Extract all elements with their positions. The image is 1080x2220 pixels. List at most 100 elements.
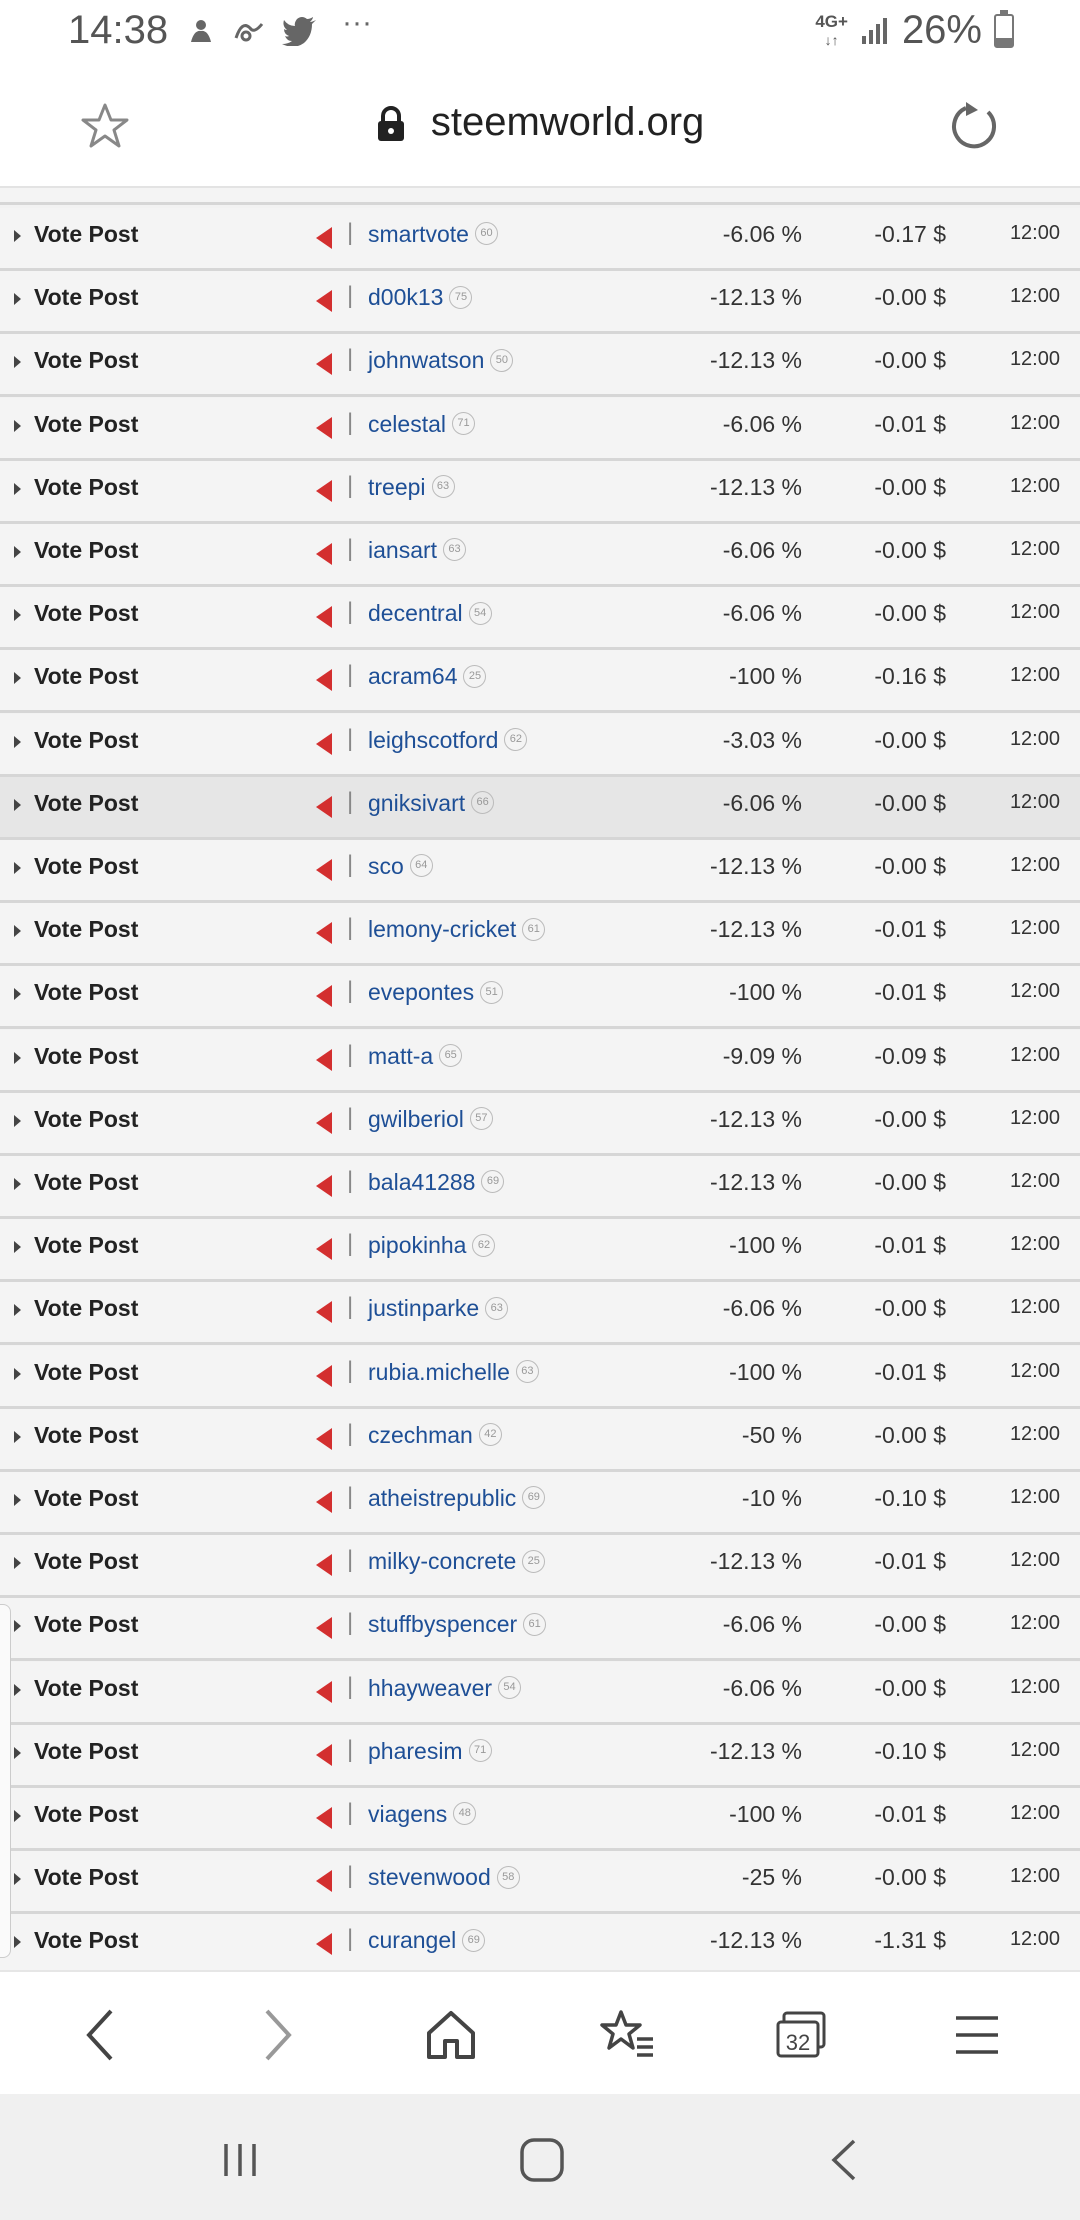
- voter-username[interactable]: justinparke 63: [368, 1295, 509, 1322]
- voter-username[interactable]: czechman 42: [368, 1422, 502, 1449]
- voter-username[interactable]: atheistrepublic 69: [368, 1485, 546, 1512]
- expand-caret-icon[interactable]: [14, 1367, 21, 1380]
- expand-caret-icon[interactable]: [14, 482, 21, 495]
- voter-username[interactable]: leighscotford 62: [368, 727, 528, 754]
- table-row[interactable]: Vote Post | pharesim 71 -12.13 % -0.10 $ 12:00: [0, 1724, 1080, 1788]
- expand-caret-icon[interactable]: [14, 1494, 21, 1506]
- expand-caret-icon[interactable]: [14, 356, 21, 369]
- voter-username[interactable]: lemony-cricket 61: [368, 916, 546, 943]
- tabs-icon[interactable]: 32: [766, 2000, 836, 2070]
- expand-caret-icon[interactable]: [14, 862, 21, 874]
- table-row[interactable]: Vote Post | matt-a 65 -9.09 % -0.09 $ 12:00: [0, 1029, 1080, 1093]
- expand-caret-icon[interactable]: [14, 1746, 21, 1759]
- expand-caret-icon[interactable]: [14, 1683, 21, 1696]
- table-row[interactable]: Vote Post | d00k13 75 -12.13 % -0.00 $ 12:00: [0, 271, 1080, 335]
- voter-username[interactable]: iansart 63: [368, 537, 467, 564]
- table-row[interactable]: Vote Post | johnwatson 50 -12.13 % -0.00 $ 12:…: [0, 334, 1080, 398]
- back-nav-icon[interactable]: [814, 2130, 874, 2190]
- expand-caret-icon[interactable]: [14, 1557, 21, 1570]
- voter-username[interactable]: curangel 69: [368, 1927, 486, 1954]
- voter-username[interactable]: milky-concrete 25: [368, 1548, 546, 1575]
- table-row[interactable]: Vote Post | rubia.michelle 63 -100 % -0.01 $ 1…: [0, 1345, 1080, 1409]
- voter-username[interactable]: acram64 25: [368, 663, 487, 690]
- expand-caret-icon[interactable]: [14, 1178, 21, 1190]
- expand-caret-icon[interactable]: [14, 1241, 21, 1254]
- expand-caret-icon[interactable]: [14, 1620, 21, 1633]
- table-row[interactable]: Vote Post | czechman 42 -50 % -0.00 $ 12:00: [0, 1408, 1080, 1472]
- table-row[interactable]: Vote Post | milky-concrete 25 -12.13 % -0.01 …: [0, 1535, 1080, 1599]
- expand-caret-icon[interactable]: [14, 1873, 21, 1886]
- table-row[interactable]: Vote Post | celestal 71 -6.06 % -0.01 $ 12:00: [0, 397, 1080, 461]
- table-row[interactable]: Vote Post | atheistrepublic 69 -10 % -0.10 $ 1…: [0, 1472, 1080, 1535]
- table-row[interactable]: Vote Post | decentral 54 -6.06 % -0.00 $ 12:00: [0, 587, 1080, 651]
- table-row[interactable]: Vote Post | sco 64 -12.13 % -0.00 $ 12:00: [0, 840, 1080, 903]
- table-row[interactable]: Vote Post | treepi 63 -12.13 % -0.00 $ 12:00: [0, 460, 1080, 524]
- expand-caret-icon[interactable]: [14, 1304, 21, 1317]
- expand-caret-icon[interactable]: [14, 230, 21, 242]
- voter-username[interactable]: celestal 71: [368, 411, 475, 438]
- expand-caret-icon[interactable]: [14, 925, 21, 938]
- table-row[interactable]: Vote Post | pipokinha 62 -100 % -0.01 $ 12:00: [0, 1219, 1080, 1283]
- voter-username[interactable]: hhayweaver 54: [368, 1675, 522, 1702]
- expand-caret-icon[interactable]: [14, 419, 21, 432]
- voter-username[interactable]: pipokinha 62: [368, 1232, 496, 1259]
- table-row[interactable]: Vote Post | lemony-cricket 61 -12.13 % -0.01 …: [0, 903, 1080, 967]
- expand-caret-icon[interactable]: [14, 546, 21, 558]
- table-row[interactable]: Vote Post | bala41288 69 -12.13 % -0.00 $ 12:0…: [0, 1156, 1080, 1219]
- menu-icon[interactable]: [942, 2000, 1012, 2070]
- voter-username[interactable]: pharesim 71: [368, 1738, 492, 1765]
- voter-username[interactable]: matt-a 65: [368, 1043, 463, 1070]
- voter-username[interactable]: gwilberiol 57: [368, 1106, 493, 1133]
- home-icon[interactable]: [416, 2000, 486, 2070]
- table-row[interactable]: Vote Post | justinparke 63 -6.06 % -0.00 $ 12:…: [0, 1282, 1080, 1346]
- expand-caret-icon[interactable]: [14, 672, 21, 685]
- home-nav-icon[interactable]: [512, 2130, 572, 2190]
- voter-username[interactable]: viagens 48: [368, 1801, 477, 1828]
- table-row[interactable]: Vote Post | stevenwood 58 -25 % -0.00 $ 12:00: [0, 1851, 1080, 1915]
- voter-username[interactable]: decentral 54: [368, 600, 492, 627]
- downvote-flag-icon: [316, 795, 332, 818]
- forward-icon[interactable]: [242, 2000, 312, 2070]
- bookmarks-icon[interactable]: [592, 2000, 662, 2070]
- voter-username[interactable]: treepi 63: [368, 474, 455, 501]
- voter-username[interactable]: sco 64: [368, 853, 433, 880]
- table-row[interactable]: Vote Post | smartvote 60 -6.06 % -0.17 $ 12:00: [0, 208, 1080, 271]
- back-icon[interactable]: [66, 2000, 136, 2070]
- table-row[interactable]: Vote Post | hhayweaver 54 -6.06 % -0.00 $ 12:0…: [0, 1661, 1080, 1725]
- notification-icon: [191, 20, 211, 42]
- table-row[interactable]: Vote Post | gniksivart 66 -6.06 % -0.00 $ 12:0…: [0, 776, 1080, 840]
- expand-caret-icon[interactable]: [14, 1810, 21, 1822]
- scroll-handle[interactable]: [0, 1604, 11, 1958]
- expand-caret-icon[interactable]: [14, 988, 21, 1001]
- expand-caret-icon[interactable]: [14, 1430, 21, 1443]
- voter-username[interactable]: gniksivart 66: [368, 790, 495, 817]
- table-row[interactable]: Vote Post | leighscotford 62 -3.03 % -0.00 $ 1…: [0, 713, 1080, 777]
- voter-username[interactable]: evepontes 51: [368, 979, 504, 1006]
- voter-username[interactable]: rubia.michelle 63: [368, 1359, 539, 1386]
- voter-username[interactable]: d00k13 75: [368, 284, 473, 311]
- voter-username[interactable]: stevenwood 58: [368, 1864, 520, 1891]
- recent-apps-icon[interactable]: [210, 2130, 270, 2190]
- table-row[interactable]: Vote Post | viagens 48 -100 % -0.01 $ 12:00: [0, 1788, 1080, 1851]
- table-row[interactable]: Vote Post | iansart 63 -6.06 % -0.00 $ 12:00: [0, 524, 1080, 587]
- expand-caret-icon[interactable]: [14, 735, 21, 748]
- table-row[interactable]: Vote Post | stuffbyspencer 61 -6.06 % -0.00 $…: [0, 1598, 1080, 1662]
- expand-caret-icon[interactable]: [14, 609, 21, 622]
- vote-value: -0.00 $: [874, 1105, 946, 1132]
- expand-caret-icon[interactable]: [14, 1051, 21, 1064]
- table-row[interactable]: Vote Post | acram64 25 -100 % -0.16 $ 12:00: [0, 650, 1080, 714]
- table-row[interactable]: Vote Post | evepontes 51 -100 % -0.01 $ 12:00: [0, 966, 1080, 1030]
- downvote-flag-icon: [316, 1301, 332, 1324]
- expand-caret-icon[interactable]: [14, 1114, 21, 1127]
- voter-username[interactable]: johnwatson 50: [368, 347, 514, 374]
- table-row[interactable]: Vote Post | gwilberiol 57 -12.13 % -0.00 $ 12:…: [0, 1092, 1080, 1156]
- address-field[interactable]: steemworld.org: [0, 100, 1080, 145]
- voter-username[interactable]: smartvote 60: [368, 221, 498, 248]
- voter-username[interactable]: bala41288 69: [368, 1169, 505, 1196]
- voter-username[interactable]: stuffbyspencer 61: [368, 1611, 547, 1638]
- table-row[interactable]: Vote Post | curangel 69 -12.13 % -1.31 $ 12:00: [0, 1914, 1080, 1970]
- reload-icon[interactable]: [948, 100, 1000, 157]
- expand-caret-icon[interactable]: [14, 293, 21, 306]
- expand-caret-icon[interactable]: [14, 1936, 21, 1949]
- expand-caret-icon[interactable]: [14, 798, 21, 811]
